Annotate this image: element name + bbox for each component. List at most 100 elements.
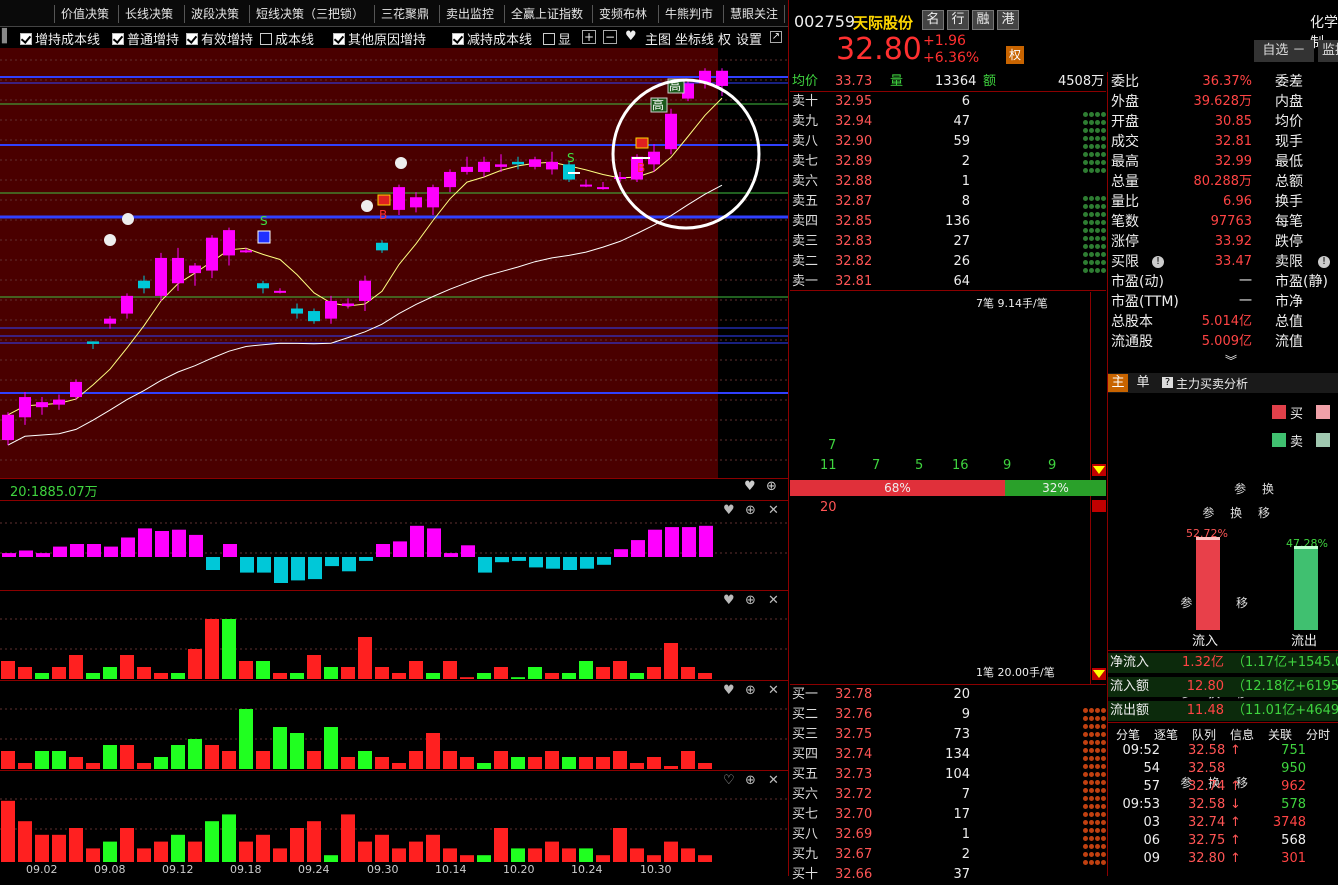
scroll-up-icon[interactable] <box>1092 500 1106 512</box>
checkbox-icon[interactable] <box>333 33 345 45</box>
panel-tools[interactable]: 参 换 移 <box>1202 504 1276 521</box>
pane-border <box>788 0 789 876</box>
indicator-panel-4[interactable] <box>0 771 788 863</box>
zoom-out-icon[interactable]: − <box>603 30 617 44</box>
info-icon[interactable]: ! <box>1152 256 1164 268</box>
bid-row[interactable]: 买七 32.70 17 <box>790 805 1106 825</box>
indicator-bar <box>222 751 236 769</box>
popout-icon[interactable]: ↗ <box>770 31 782 43</box>
tab-order[interactable]: 单 <box>1130 374 1156 392</box>
checkbox-icon[interactable] <box>186 33 198 45</box>
monitor-button[interactable]: 监控 <box>1318 40 1338 62</box>
close-icon[interactable]: ✕ <box>768 773 779 788</box>
bid-row[interactable]: 买十 32.66 37 <box>790 865 1106 885</box>
indicator-panel-2[interactable] <box>0 591 788 679</box>
flow-row: 流入额 12.80亿 （12.18亿+6195 <box>1108 677 1338 697</box>
search-zoom-icon[interactable]: ⊕ <box>745 773 756 788</box>
bid-row[interactable]: 买六 32.72 7 <box>790 785 1106 805</box>
heart-icon[interactable]: ♥ <box>723 683 735 698</box>
help-icon[interactable]: ? <box>1162 377 1173 388</box>
heart-icon[interactable]: ♥ <box>744 479 756 494</box>
volume-tools[interactable]: 参 换 <box>1234 480 1280 497</box>
tag-hk[interactable]: 港 <box>997 10 1019 30</box>
option-cost-line[interactable]: 增持成本线 <box>20 29 100 48</box>
tag-industry[interactable]: 行 <box>947 10 969 30</box>
menu-short-term[interactable]: 短线决策（三把锁） <box>249 5 370 23</box>
menu-long-term[interactable]: 长线决策 <box>118 5 179 23</box>
search-zoom-icon[interactable]: ⊕ <box>745 593 756 608</box>
ask-row[interactable]: 卖一 32.81 64 <box>790 272 1106 292</box>
tick-tab[interactable]: 信息 <box>1230 726 1254 743</box>
tag-name[interactable]: 名 <box>922 10 944 30</box>
heart-icon[interactable]: ♡ <box>723 773 735 788</box>
ask-row[interactable]: 卖四 32.85 136 <box>790 212 1106 232</box>
bid-row[interactable]: 买四 32.74 134 <box>790 745 1106 765</box>
menu-watch[interactable]: 慧眼关注 <box>723 5 786 23</box>
ask-row[interactable]: 卖九 32.94 47 <box>790 112 1106 132</box>
bid-row[interactable]: 买二 32.76 9 <box>790 705 1106 725</box>
indicator-bar <box>597 557 611 565</box>
bid-row[interactable]: 买五 32.73 104 <box>790 765 1106 785</box>
menu-value-decision[interactable]: 价值决策 <box>54 5 115 23</box>
menu-bull-bear[interactable]: 牛熊判市 <box>658 5 719 23</box>
menu-bollinger[interactable]: 变频布林 <box>592 5 653 23</box>
expand-icon[interactable]: ︾ <box>1225 352 1237 369</box>
tick-tab[interactable]: 逐笔 <box>1154 726 1178 743</box>
ask-row[interactable]: 卖八 32.90 59 <box>790 132 1106 152</box>
option-show[interactable]: 显 <box>543 29 571 48</box>
ask-row[interactable]: 卖六 32.88 1 <box>790 172 1106 192</box>
checkbox-icon[interactable] <box>452 33 464 45</box>
menu-sanhua[interactable]: 三花聚鼎 <box>374 5 435 23</box>
tab-main[interactable]: 主 <box>1108 374 1128 392</box>
ask-row[interactable]: 卖十 32.95 6 <box>790 92 1106 112</box>
main-chart-button[interactable]: 主图 <box>645 29 671 48</box>
rights-button[interactable]: 权 <box>718 29 731 48</box>
search-zoom-icon[interactable]: ⊕ <box>745 503 756 518</box>
ask-row[interactable]: 卖五 32.87 8 <box>790 192 1106 212</box>
checkbox-icon[interactable] <box>112 33 124 45</box>
separator <box>790 290 1106 291</box>
tick-tab[interactable]: 分时 <box>1306 726 1330 743</box>
search-zoom-icon[interactable]: ⊕ <box>745 683 756 698</box>
add-watchlist-button[interactable]: 自选 － <box>1254 40 1314 62</box>
search-zoom-icon[interactable]: ⊕ <box>766 479 777 494</box>
close-icon[interactable]: ✕ <box>768 593 779 608</box>
checkbox-icon[interactable] <box>543 33 555 45</box>
info-icon[interactable]: ! <box>1318 256 1330 268</box>
option-normal-add[interactable]: 普通增持 <box>112 29 179 48</box>
quote-right-label: 最低 <box>1275 154 1303 170</box>
menu-sell-monitor[interactable]: 卖出监控 <box>439 5 500 23</box>
axis-button[interactable]: 坐标线 <box>675 29 714 48</box>
option-cost[interactable]: 成本线 <box>260 29 314 48</box>
ask-row[interactable]: 卖七 32.89 2 <box>790 152 1106 172</box>
menu-shanghai-index[interactable]: 全赢上证指数 <box>504 5 589 23</box>
heart-icon[interactable]: ♥ <box>625 29 637 44</box>
tag-margin[interactable]: 融 <box>972 10 994 30</box>
option-reduce-cost[interactable]: 减持成本线 <box>452 29 532 48</box>
option-other-add[interactable]: 其他原因增持 <box>333 29 426 48</box>
tick-tab[interactable]: 队列 <box>1192 726 1216 743</box>
bid-row[interactable]: 买九 32.67 2 <box>790 845 1106 865</box>
heart-icon[interactable]: ♥ <box>723 503 735 518</box>
indicator-panel-3[interactable] <box>0 681 788 769</box>
bid-row[interactable]: 买一 32.78 20 <box>790 685 1106 705</box>
bid-row[interactable]: 买八 32.69 1 <box>790 825 1106 845</box>
close-icon[interactable]: ✕ <box>768 683 779 698</box>
close-icon[interactable]: ✕ <box>768 503 779 518</box>
stock-name[interactable]: 天际股份 <box>853 12 913 33</box>
indicator-panel-1[interactable] <box>0 501 788 589</box>
bid-row[interactable]: 买三 32.75 73 <box>790 725 1106 745</box>
tick-tab[interactable]: 分笔 <box>1116 726 1140 743</box>
checkbox-icon[interactable] <box>260 33 272 45</box>
settings-button[interactable]: 设置 <box>736 29 762 48</box>
heart-icon[interactable]: ♥ <box>723 593 735 608</box>
option-effective-add[interactable]: 有效增持 <box>186 29 253 48</box>
tick-tab[interactable]: 关联 <box>1268 726 1292 743</box>
checkbox-icon[interactable] <box>20 33 32 45</box>
menu-swing[interactable]: 波段决策 <box>184 5 245 23</box>
ask-row[interactable]: 卖三 32.83 27 <box>790 232 1106 252</box>
ask-row[interactable]: 卖二 32.82 26 <box>790 252 1106 272</box>
zoom-in-icon[interactable]: + <box>582 30 596 44</box>
kline-chart[interactable]: S BSB高高 <box>0 48 788 478</box>
indicator-bar <box>69 757 83 769</box>
